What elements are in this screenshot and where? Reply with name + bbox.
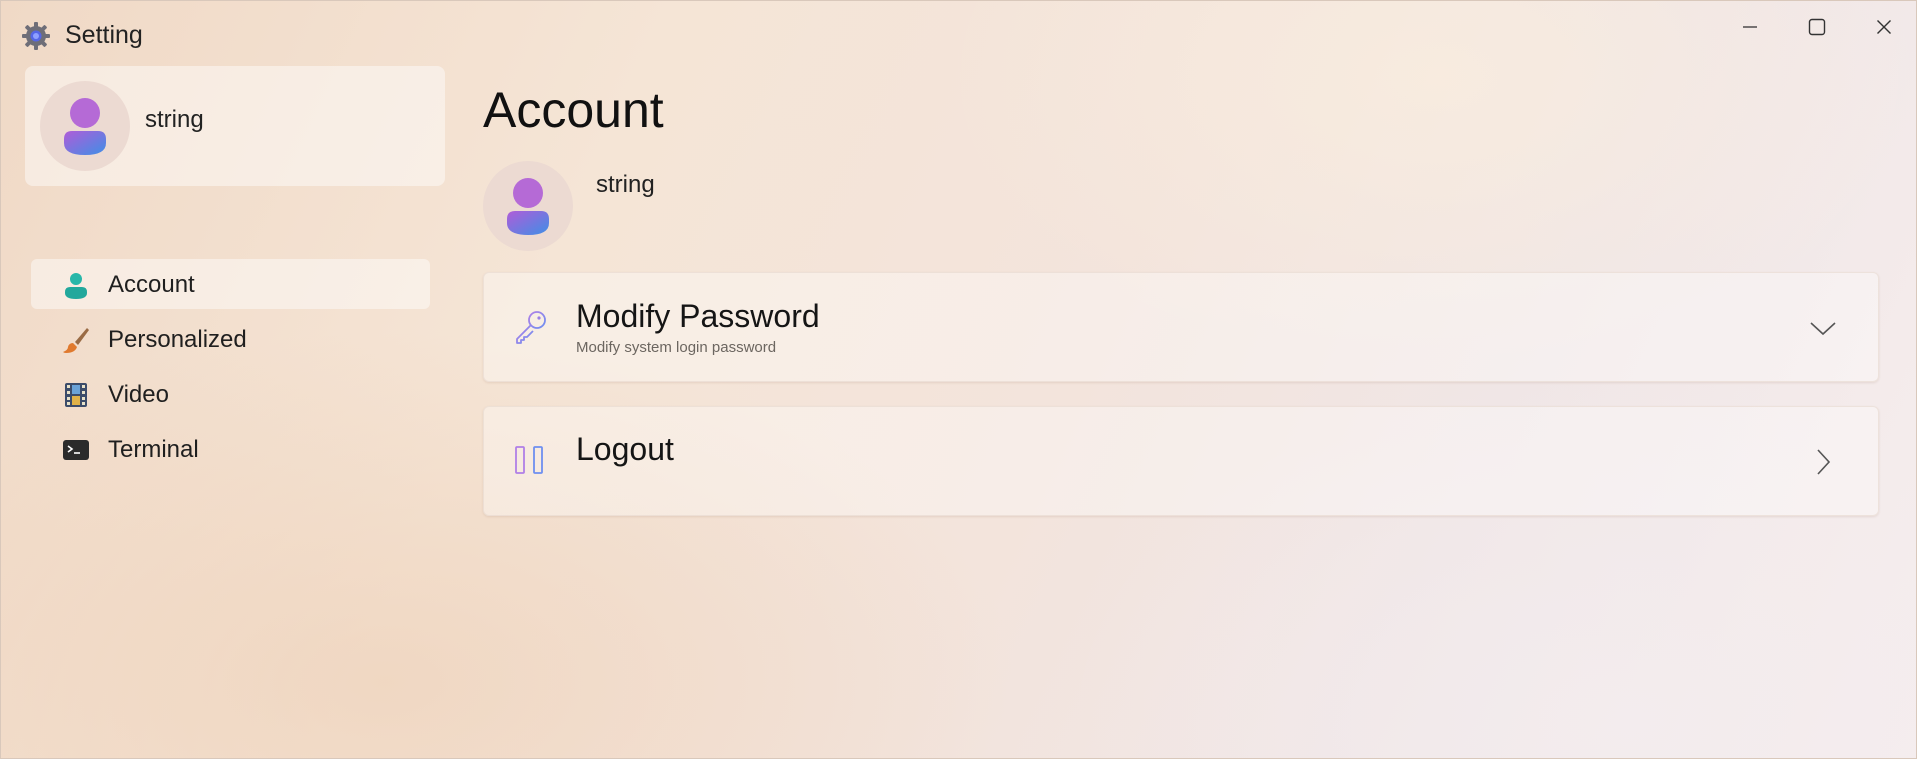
page-title: Account <box>483 82 664 138</box>
sidebar-item-label: Video <box>108 381 169 408</box>
chevron-right-icon[interactable] <box>1806 445 1840 479</box>
gear-icon <box>21 21 51 51</box>
sidebar-item-label: Account <box>108 271 195 298</box>
user-name: string <box>596 171 655 198</box>
card-title: Logout <box>576 431 674 467</box>
maximize-icon <box>1808 18 1826 36</box>
card-title: Modify Password <box>576 298 820 334</box>
sidebar-profile-card[interactable]: string <box>25 66 445 186</box>
sidebar-item-label: Personalized <box>108 326 247 353</box>
film-icon <box>61 380 91 410</box>
close-icon <box>1877 20 1891 34</box>
avatar <box>483 161 573 251</box>
card-subtitle: Modify system login password <box>576 339 777 356</box>
terminal-icon <box>61 435 91 465</box>
maximize-button[interactable] <box>1795 11 1839 43</box>
sidebar-item-label: Terminal <box>108 436 199 463</box>
sidebar-item-terminal[interactable]: Terminal <box>31 424 430 474</box>
logout-icon <box>512 441 550 481</box>
title-bar: Setting <box>1 1 1916 65</box>
close-button[interactable] <box>1862 11 1906 43</box>
sidebar-item-personalized[interactable]: Personalized <box>31 314 430 364</box>
sidebar-nav: Account Personalized Video Terminal <box>31 259 431 479</box>
minimize-button[interactable] <box>1728 11 1772 43</box>
avatar <box>40 81 130 171</box>
modify-password-card[interactable]: Modify Password Modify system login pass… <box>483 272 1879 382</box>
profile-name: string <box>145 106 204 133</box>
person-icon <box>507 178 549 235</box>
minimize-icon <box>1743 26 1757 28</box>
sidebar-item-account[interactable]: Account <box>31 259 430 309</box>
key-icon <box>512 307 550 347</box>
logout-card[interactable]: Logout <box>483 406 1879 516</box>
settings-window: Setting string Account Personalized Vide… <box>0 0 1917 759</box>
paintbrush-icon <box>61 325 91 355</box>
sidebar-item-video[interactable]: Video <box>31 369 430 419</box>
person-icon <box>61 270 91 300</box>
chevron-down-icon[interactable] <box>1806 311 1840 345</box>
person-icon <box>64 98 106 155</box>
window-title: Setting <box>65 21 143 49</box>
